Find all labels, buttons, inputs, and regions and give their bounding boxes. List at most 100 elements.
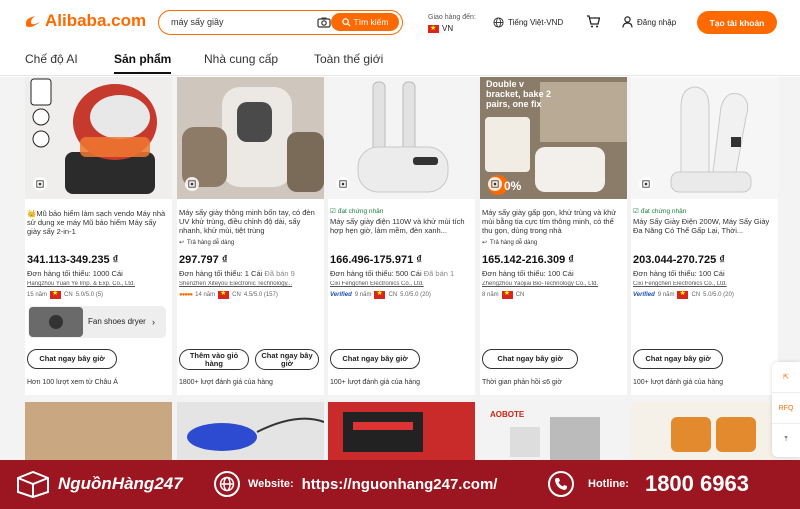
easy-returns: ↩ Trả hàng dễ dàng [179,239,235,247]
rfq-button[interactable]: RFQ [772,393,800,424]
supplier-name[interactable]: Cixi Fengchen Electronics Co., Ltd. [633,281,776,287]
banner-website[interactable]: Website: https://nguonhang247.com/ [214,471,497,497]
product-title[interactable]: 👑Mũ bảo hiểm làm sạch vendo Máy nhà sử d… [27,209,170,237]
deliver-to[interactable]: Giao hàng đến: VN [428,12,476,34]
supplier-name[interactable]: Shenzhen Xiteyou Electronic Technology..… [179,281,322,287]
product-card-partial[interactable] [177,402,324,460]
product-grid: 👑Mũ bảo hiểm làm sạch vendo Máy nhà sử d… [0,77,800,460]
return-icon: ↩ [179,240,185,246]
tab-suppliers[interactable]: Nhà cung cấp [204,52,278,66]
website-url[interactable]: https://nguonhang247.com/ [302,476,498,493]
chat-now-button[interactable]: Chat ngay bây giờ [255,349,319,370]
tab-worldwide[interactable]: Toàn thế giới [314,52,383,66]
china-flag-icon [50,289,62,299]
supplier-meta: Verified 9 năm CN 5.0/5.0 (20) [633,289,734,299]
alibaba-logo[interactable]: Alibaba.com [24,11,146,31]
certified-label: đạt chứng nhận [337,207,384,215]
supplier-years: 9 năm [657,292,675,298]
product-card-partial[interactable] [328,402,475,460]
side-tools: ⇱ RFQ ⤒ [772,362,800,457]
search-input[interactable]: máy sấy giầy [171,17,224,27]
tab-ai-mode[interactable]: Chế độ AI [25,52,78,66]
electric-dryer-image [670,86,752,193]
product-image[interactable]: Double v bracket, bake 2 pairs, one fix … [480,77,627,199]
login-label: Đăng nhập [637,17,677,27]
supplier-meta: 15 năm CN 5.0/5.0 (5) [27,289,104,299]
verified-badge: Verified [330,292,352,298]
product-card-partial[interactable] [25,402,172,460]
vietnam-flag-icon [428,23,439,34]
image-search-icon[interactable] [488,177,502,191]
rating-stars-icon: ●●●●● [179,292,193,298]
share-icon[interactable]: ⇱ [772,362,800,393]
website-label: Website: [248,478,294,490]
helmet-dryer-image [30,78,157,194]
language-selector[interactable]: Tiếng Việt-VND [493,17,563,28]
globe-icon [214,471,240,497]
search-icon [341,17,351,27]
hotline-number[interactable]: 1800 6963 [645,471,749,497]
top-header: Alibaba.com máy sấy giầy Tìm kiếm Giao h… [0,0,800,46]
shoes-dryer-image [671,417,756,452]
handheld-dryer-image [187,417,324,451]
language-label: Tiếng Việt-VND [508,18,564,27]
product-title[interactable]: Máy sấy giày điện 110W và khử mùi tích h… [330,217,473,237]
search-button[interactable]: Tìm kiếm [331,13,399,31]
card-footer: Thời gian phản hồi ≤6 giờ [482,379,562,386]
video-thumbnail [29,307,83,337]
product-card-partial[interactable]: AOBOTE [480,402,627,460]
boot-dryer-image [177,77,324,199]
video-promo-card[interactable]: Fan shoes dryer › [28,306,166,338]
product-title[interactable]: Máy sấy giày thông minh bốn tay, có đèn … [179,208,322,235]
card-footer: 100+ lượt đánh giá của hàng [633,379,724,386]
image-search-icon[interactable] [185,177,199,191]
product-card-partial[interactable] [631,402,778,460]
supplier-country: CN [232,292,241,298]
return-icon: ↩ [482,240,488,246]
login-link[interactable]: Đăng nhập [622,16,676,28]
box-icon [17,470,49,498]
product-card[interactable]: ☑ đạt chứng nhận Máy Sấy Giày Điện 200W, … [631,77,778,395]
verified-badge: Verified [633,292,655,298]
product-image[interactable] [25,77,172,199]
product-card[interactable]: Máy sấy giày thông minh bốn tay, có đèn … [177,77,324,395]
banner-hotline[interactable]: Hotline: 1800 6963 [548,471,749,497]
chat-now-button[interactable]: Chat ngay bây giờ [330,349,420,369]
signup-button[interactable]: Tạo tài khoản [697,11,777,34]
tab-products[interactable]: Sản phẩm [114,52,172,74]
card-footer: 100+ lượt đánh giá của hàng [330,379,421,386]
supplier-name[interactable]: Cixi Fengchen Electronics Co., Ltd. [330,281,473,287]
supplier-meta: Verified 9 năm CN 5.0/5.0 (20) [330,289,431,299]
supplier-rating: 5.0/5.0 (5) [75,292,104,298]
product-image[interactable] [631,77,778,199]
supplier-meta: 8 năm CN [482,289,524,299]
product-price: 166.496-175.971 ₫ [330,254,422,266]
search-bar[interactable]: máy sấy giầy Tìm kiếm [158,10,403,35]
easy-returns: ↩ Trả hàng dễ dàng [482,239,537,247]
back-to-top-icon[interactable]: ⤒ [772,424,800,455]
product-image[interactable] [328,77,475,199]
chat-now-button[interactable]: Chat ngay bây giờ [482,349,578,369]
supplier-years: 9 năm [354,292,372,298]
image-search-icon[interactable] [639,177,653,191]
chat-now-button[interactable]: Chat ngay bây giờ [27,349,117,369]
camera-icon[interactable] [317,16,331,28]
image-search-icon[interactable] [33,177,47,191]
product-image[interactable] [177,77,324,199]
image-search-icon[interactable] [336,177,350,191]
supplier-name[interactable]: Hangzhou Yuan Ye Imp. & Exp. Co., Ltd. [27,281,170,287]
product-title[interactable]: Máy sấy giày gấp gọn, khử trùng và khử m… [482,208,625,235]
product-title[interactable]: Máy Sấy Giày Điện 200W, Máy Sấy Giày Đa … [633,217,776,237]
video-title: Fan shoes dryer [88,317,146,326]
cart-icon[interactable] [586,15,600,28]
product-card[interactable]: 👑Mũ bảo hiểm làm sạch vendo Máy nhà sử d… [25,77,172,395]
add-to-cart-button[interactable]: Thêm vào giỏ hàng [179,349,249,370]
chat-now-button[interactable]: Chat ngay bây giờ [633,349,723,369]
supplier-name[interactable]: Zhengzhou Yaojiai Bio-Technology Co., Lt… [482,281,625,287]
banner-brand[interactable]: NguồnHàng247 [14,470,183,498]
product-card[interactable]: Double v bracket, bake 2 pairs, one fix … [480,77,627,395]
globe-icon [493,17,504,28]
easy-returns-label: Trả hàng dễ dàng [187,239,235,246]
user-icon [622,16,633,28]
product-card[interactable]: ☑ đạt chứng nhận Máy sấy giày điện 110W v… [328,77,475,395]
